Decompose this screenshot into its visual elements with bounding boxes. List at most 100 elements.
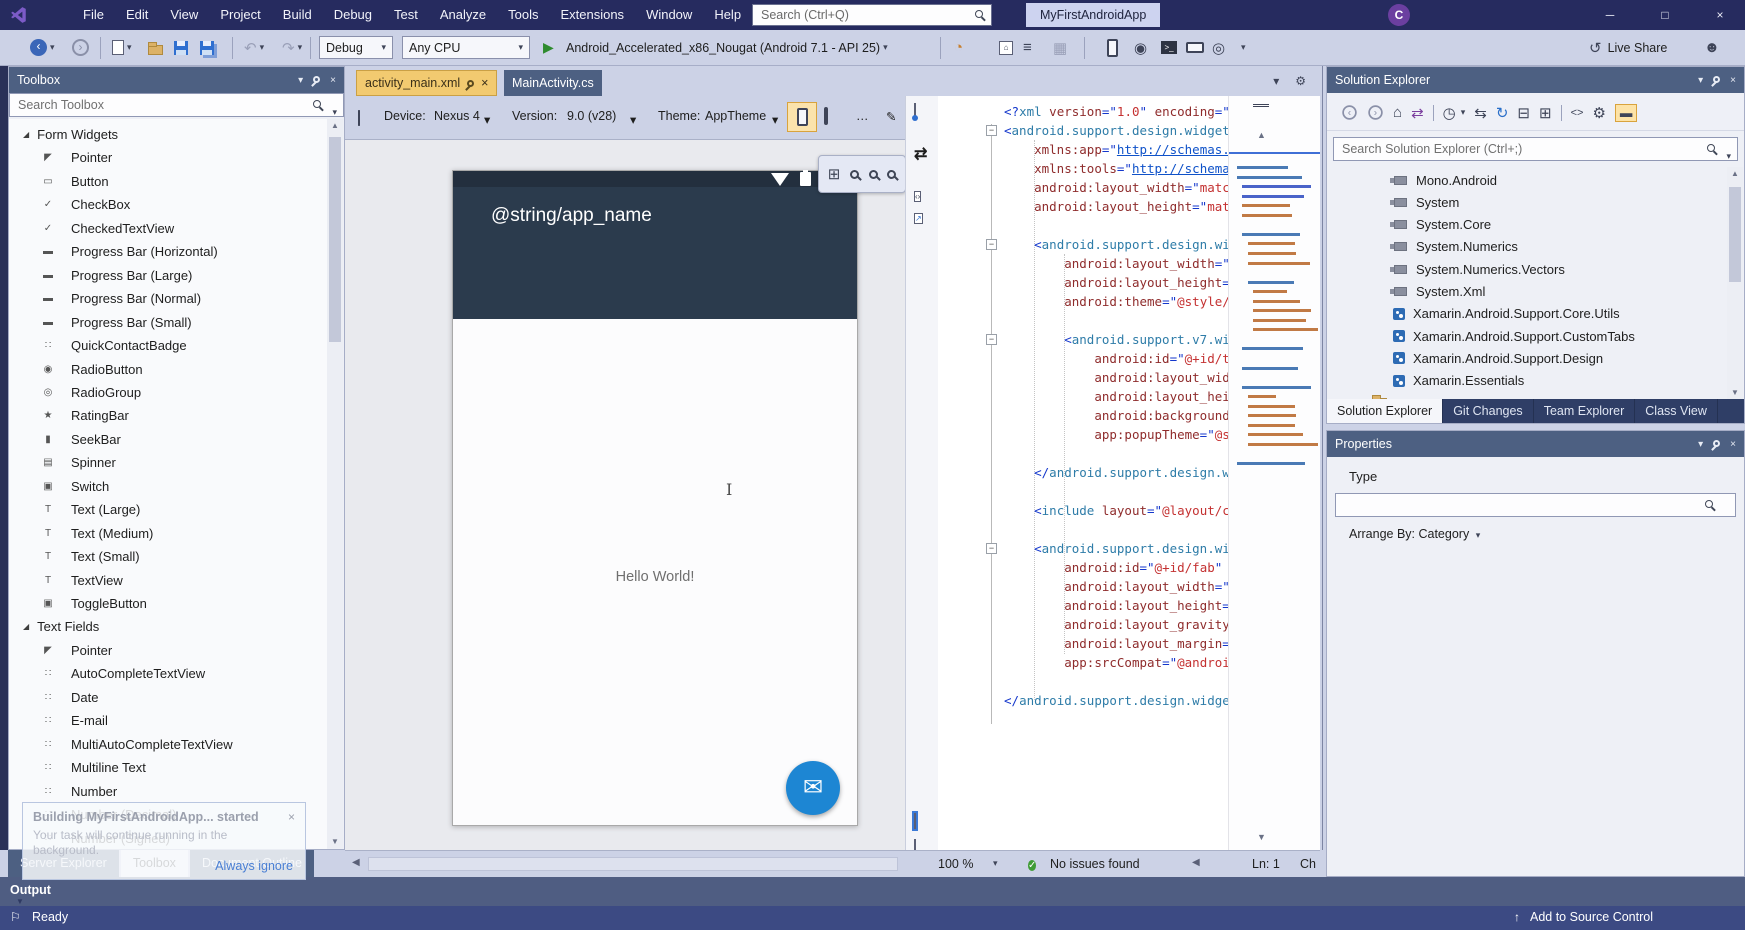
output-panel-header[interactable]: Output ▼	[0, 877, 1745, 906]
fold-collapse-icon[interactable]: −	[986, 239, 997, 250]
grid-toggle-icon[interactable]: ⊞	[828, 165, 841, 183]
menu-item-extensions[interactable]: Extensions	[549, 0, 635, 30]
split-editor-handle[interactable]	[1253, 104, 1269, 107]
toolbox-item-progress-bar-large-[interactable]: ▬Progress Bar (Large)	[9, 264, 327, 287]
properties-wrench-icon[interactable]: ⚙	[1592, 104, 1605, 122]
toolbox-item-progress-bar-normal-[interactable]: ▬Progress Bar (Normal)	[9, 287, 327, 310]
tree-item-xamarin-android-support-customtabs[interactable]: Xamarin.Android.Support.CustomTabs	[1389, 325, 1635, 347]
tree-item-assets[interactable]: ▶Assets	[1357, 392, 1434, 399]
se-tab-class-view[interactable]: Class View	[1635, 399, 1718, 423]
code-line-4[interactable]: xmlns:tools="http://schemas.android.com/…	[1004, 159, 1228, 178]
alternate-layout-icon[interactable]	[914, 103, 916, 119]
code-line-28[interactable]: android:layout_gravity="bottom|end"	[1004, 615, 1228, 634]
add-to-source-control-button[interactable]: Add to Source Control	[1530, 910, 1653, 924]
scroll-down-icon[interactable]: ▼	[1727, 388, 1743, 397]
tree-item-system-numerics-vectors[interactable]: System.Numerics.Vectors	[1389, 258, 1565, 280]
designer-canvas[interactable]: @string/app_name Hello World! ✉ I ⊞	[345, 140, 905, 850]
global-search-input[interactable]: Search (Ctrl+Q)	[752, 4, 992, 26]
scrollbar-thumb[interactable]	[1729, 187, 1741, 282]
tree-item-mono-android[interactable]: Mono.Android	[1389, 169, 1497, 191]
source-control-up-icon[interactable]: ↑	[1514, 910, 1520, 924]
tree-item-system-xml[interactable]: System.Xml	[1389, 281, 1485, 303]
toolbox-item-multiline-text[interactable]: ∷Multiline Text	[9, 756, 327, 779]
home-icon[interactable]: ⌂	[1393, 104, 1402, 121]
tree-item-system-core[interactable]: System.Core	[1389, 214, 1491, 236]
menu-item-tools[interactable]: Tools	[497, 0, 549, 30]
maximize-button[interactable]: □	[1642, 0, 1688, 30]
scroll-up-icon[interactable]: ▲	[1257, 130, 1266, 140]
collapse-all-icon[interactable]: ⊟	[1517, 104, 1530, 122]
toolbox-item-pointer[interactable]: ◤Pointer	[9, 146, 327, 169]
view-code-icon[interactable]: <>	[1571, 107, 1584, 119]
toolbox-scrollbar[interactable]: ▲ ▼	[327, 119, 343, 848]
arrange-by-dropdown[interactable]: Arrange By: Category ▾	[1349, 527, 1480, 541]
toolbox-item-seekbar[interactable]: ▮SeekBar	[9, 428, 327, 451]
toolbox-item-switch[interactable]: ▣Switch	[9, 475, 327, 498]
xml-source-editor[interactable]: −−−− <?xml version="1.0" encoding="utf-8…	[938, 96, 1320, 850]
forward-icon[interactable]: ›	[1368, 105, 1382, 119]
code-line-20[interactable]: </android.support.design.widget.AppBarLa…	[1004, 463, 1228, 482]
menu-item-test[interactable]: Test	[383, 0, 429, 30]
back-icon[interactable]: ‹	[1342, 105, 1356, 119]
zoom-in-icon[interactable]	[887, 170, 896, 179]
device-dropdown[interactable]: Nexus 4	[434, 109, 480, 123]
toolbox-item-date[interactable]: ∷Date	[9, 686, 327, 709]
account-avatar[interactable]: C	[1388, 4, 1410, 26]
toolbox-item-e-mail[interactable]: ∷E-mail	[9, 709, 327, 732]
toolbox-group-text-fields[interactable]: ◢Text Fields	[9, 615, 327, 638]
menu-item-help[interactable]: Help	[703, 0, 752, 30]
deploy-device-icon[interactable]	[1107, 39, 1118, 57]
code-line-14[interactable]: android:id="@+id/toolbar"	[1004, 349, 1228, 368]
solution-explorer-scrollbar[interactable]: ▲ ▼	[1727, 167, 1743, 399]
se-tab-team-explorer[interactable]: Team Explorer	[1534, 399, 1636, 423]
portrait-orientation-button[interactable]	[787, 102, 817, 132]
scroll-down-icon[interactable]: ▼	[1257, 832, 1266, 842]
live-share-label[interactable]: Live Share	[1608, 41, 1668, 55]
new-file-caret-icon[interactable]: ▾	[127, 42, 132, 53]
solution-explorer-header[interactable]: Solution Explorer ▾ ×	[1327, 67, 1744, 93]
toolbox-item-button[interactable]: ▭Button	[9, 170, 327, 193]
undo-icon[interactable]: ↶	[244, 39, 257, 57]
se-tab-solution-explorer[interactable]: Solution Explorer	[1327, 399, 1443, 423]
feedback-icon[interactable]: ☻	[1704, 39, 1720, 56]
properties-search-input[interactable]	[1335, 493, 1736, 517]
toolbox-item-checkbox[interactable]: ✓CheckBox	[9, 193, 327, 216]
editor-minimap[interactable]: ▲ ▼	[1228, 96, 1320, 850]
se-tab-git-changes[interactable]: Git Changes	[1443, 399, 1533, 423]
code-line-11[interactable]: android:theme="@style/AppTheme.AppBarOve…	[1004, 292, 1228, 311]
version-caret-icon[interactable]: ▾	[630, 112, 636, 127]
toolbox-item-autocompletetextview[interactable]: ∷AutoCompleteTextView	[9, 662, 327, 685]
toolbox-item-progress-bar-small-[interactable]: ▬Progress Bar (Small)	[9, 311, 327, 334]
tree-item-xamarin-essentials[interactable]: Xamarin.Essentials	[1389, 370, 1524, 392]
start-debug-icon[interactable]: ▶	[543, 39, 554, 56]
menu-item-window[interactable]: Window	[635, 0, 703, 30]
properties-header[interactable]: Properties ▾ ×	[1327, 431, 1744, 457]
code-line-18[interactable]: app:popupTheme="@style/AppTheme.PopupOve…	[1004, 425, 1228, 444]
tab-mainactivity-cs[interactable]: MainActivity.cs	[504, 70, 602, 96]
tree-item-system[interactable]: System	[1389, 191, 1459, 213]
code-line-1[interactable]: <?xml version="1.0" encoding="utf-8"?>	[1004, 102, 1228, 121]
fold-collapse-icon[interactable]: −	[986, 334, 997, 345]
close-panel-icon[interactable]: ×	[1730, 75, 1736, 86]
redo-caret-icon[interactable]: ▾	[298, 42, 303, 53]
landscape-orientation-button[interactable]	[824, 109, 828, 123]
toolbox-item-multiautocompletetextview[interactable]: ∷MultiAutoCompleteTextView	[9, 733, 327, 756]
run-target-dropdown[interactable]: Android_Accelerated_x86_Nougat (Android …	[566, 30, 888, 65]
window-position-caret-icon[interactable]: ▾	[298, 75, 303, 86]
close-panel-icon[interactable]: ×	[330, 75, 336, 86]
new-file-icon[interactable]	[112, 40, 124, 55]
more-options-icon[interactable]: …	[856, 109, 869, 123]
navigate-back-icon[interactable]: ‹	[30, 39, 47, 56]
toolbox-item-radiobutton[interactable]: ◉RadioButton	[9, 358, 327, 381]
toolbox-item-text-small-[interactable]: TText (Small)	[9, 545, 327, 568]
tree-item-xamarin-android-support-core-utils[interactable]: Xamarin.Android.Support.Core.Utils	[1389, 303, 1620, 325]
toolbox-search-input[interactable]: Search Toolbox ▾	[9, 93, 344, 117]
device-layers-icon[interactable]	[1186, 42, 1204, 53]
page-thumbnail-selected-icon[interactable]	[914, 813, 916, 829]
scrollbar-thumb[interactable]	[329, 137, 341, 342]
code-line-15[interactable]: android:layout_width="match_parent"	[1004, 368, 1228, 387]
code-line-13[interactable]: <android.support.v7.widget.Toolbar	[1004, 330, 1228, 349]
solution-config-dropdown[interactable]: Debug▾	[319, 36, 393, 59]
android-device-preview[interactable]: @string/app_name Hello World! ✉	[452, 170, 858, 826]
scroll-left-icon[interactable]: ◀	[352, 857, 360, 868]
